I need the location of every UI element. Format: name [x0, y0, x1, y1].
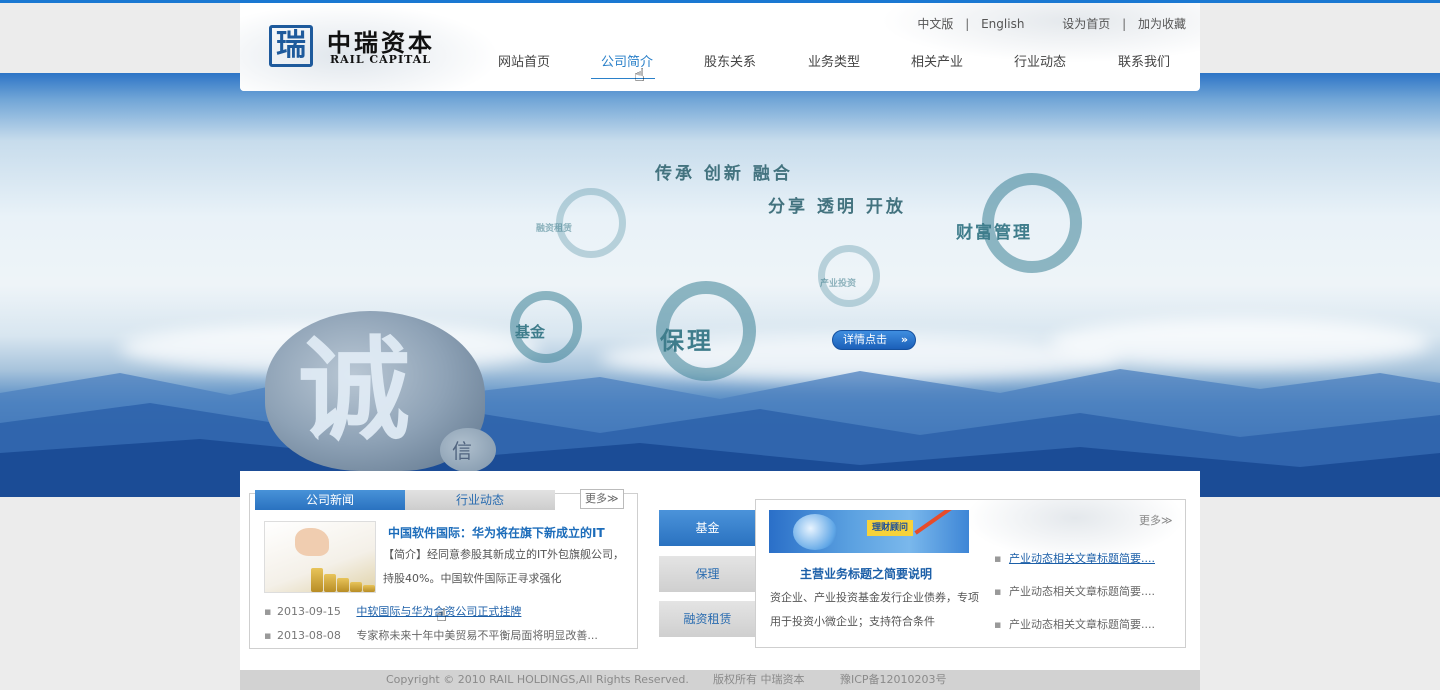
- news-item: ▪ 2013-09-15 中软国际与华为合资公司正式挂牌: [264, 603, 521, 619]
- site-header: 瑞 中瑞资本 RAIL CAPITAL 中文版 | English 设为首页 |…: [240, 3, 1200, 91]
- news-more-link[interactable]: 更多≫: [580, 489, 624, 509]
- tab-industry-news[interactable]: 行业动态: [405, 490, 555, 510]
- nav-contact[interactable]: 联系我们: [1099, 51, 1189, 70]
- bullet-icon: ▪: [264, 605, 272, 618]
- news-link[interactable]: 专家称未来十年中美贸易不平衡局面将明显改善...: [356, 629, 598, 642]
- list-item: ▪ 产业动态相关文章标题简要....: [994, 616, 1184, 632]
- tab-company-news[interactable]: 公司新闻: [255, 490, 405, 510]
- ring-faint-left-label: 融资租赁: [536, 224, 573, 234]
- article-link[interactable]: 产业动态相关文章标题简要....: [1009, 618, 1155, 631]
- add-favorite-link[interactable]: 加为收藏: [1138, 15, 1186, 32]
- news-date: 2013-08-08: [276, 629, 341, 642]
- footer-icp[interactable]: 豫ICP备12010203号: [840, 670, 947, 690]
- logo-text-en[interactable]: RAIL CAPITAL: [330, 53, 431, 66]
- leasing-button[interactable]: 融资租赁: [659, 601, 756, 637]
- hand-cursor-icon: ☝: [634, 65, 645, 86]
- content-area: 公司新闻 行业动态 更多≫ 中国软件国际：华为将在旗下新成立的IT 【简介】经同…: [240, 471, 1200, 670]
- image-badge: 理财顾问: [867, 520, 913, 536]
- factoring-button[interactable]: 保理: [659, 556, 756, 592]
- news-tabs: 公司新闻 行业动态: [255, 490, 615, 510]
- bullet-icon: ▪: [264, 629, 272, 642]
- logo-mark[interactable]: 瑞: [269, 25, 313, 67]
- hero-banner: 传承 创新 融合 分享 透明 开放 财富管理 融资租赁 产业投资 基金 保理 详…: [0, 73, 1440, 497]
- business-more-link[interactable]: 更多≫: [1139, 512, 1173, 528]
- bullet-icon: ▪: [994, 618, 1002, 631]
- nav-news[interactable]: 行业动态: [995, 51, 1085, 70]
- feature-news-title[interactable]: 中国软件国际：华为将在旗下新成立的IT: [388, 524, 605, 541]
- feature-news-body: 【简介】经同意参股其新成立的IT外包旗舰公司，持股40%。中国软件国际正寻求强化: [383, 548, 624, 585]
- double-chevron-right-icon: »: [900, 333, 908, 346]
- detail-button[interactable]: 详情点击 »: [832, 330, 916, 350]
- list-item: ▪ 产业动态相关文章标题简要....: [994, 583, 1184, 599]
- business-image[interactable]: 理财顾问: [769, 510, 969, 553]
- detail-button-label: 详情点击: [843, 333, 887, 346]
- nav-shareholders[interactable]: 股东关系: [685, 51, 775, 70]
- list-item: ▪ 产业动态相关文章标题简要....: [994, 550, 1184, 566]
- nav-home[interactable]: 网站首页: [479, 51, 569, 70]
- news-item: ▪ 2013-08-08 专家称未来十年中美贸易不平衡局面将明显改善...: [264, 627, 598, 643]
- slogan-line-2: 分享 透明 开放: [768, 197, 906, 217]
- fund-button[interactable]: 基金: [659, 510, 756, 546]
- footer-copyright: Copyright © 2010 RAIL HOLDINGS,All Right…: [386, 673, 689, 686]
- hand-image: [295, 528, 329, 556]
- slogan-line-1: 传承 创新 融合: [655, 164, 793, 184]
- stone-character: 诚: [298, 325, 410, 456]
- globe-icon: [793, 514, 837, 550]
- nav-industry[interactable]: 相关产业: [892, 51, 982, 70]
- business-title[interactable]: 主营业务标题之简要说明: [800, 565, 932, 582]
- business-panel: 理财顾问 主营业务标题之简要说明 资企业、产业投资基金发行企业债券，专项用于投资…: [755, 499, 1186, 648]
- article-link[interactable]: 产业动态相关文章标题简要....: [1009, 585, 1155, 598]
- separator: |: [1122, 17, 1127, 31]
- ring-factoring-label: 保理: [660, 326, 714, 355]
- nav-active-underline: [591, 78, 655, 79]
- top-links: 中文版 | English 设为首页 | 加为收藏: [917, 15, 1186, 32]
- ring-faint-right-label: 产业投资: [820, 279, 857, 289]
- lang-english-link[interactable]: English: [981, 17, 1024, 31]
- news-date: 2013-09-15: [276, 605, 341, 618]
- bullet-icon: ▪: [994, 552, 1002, 565]
- article-link[interactable]: 产业动态相关文章标题简要....: [1009, 552, 1155, 565]
- bullet-icon: ▪: [994, 585, 1002, 598]
- footer-owner: 版权所有 中瑞资本: [713, 673, 805, 686]
- set-home-link[interactable]: 设为首页: [1062, 15, 1110, 32]
- separator: |: [965, 17, 970, 31]
- site-footer: Copyright © 2010 RAIL HOLDINGS,All Right…: [240, 670, 1200, 690]
- business-body: 资企业、产业投资基金发行企业债券，专项用于投资小微企业；支持符合条件: [770, 591, 979, 628]
- hand-cursor-icon: ☝: [436, 605, 447, 626]
- nav-business[interactable]: 业务类型: [789, 51, 879, 70]
- stone-character-small: 信: [452, 439, 472, 463]
- ring-wealth-label: 财富管理: [956, 223, 1032, 243]
- news-thumbnail[interactable]: [264, 521, 376, 593]
- nav-about[interactable]: 公司简介: [582, 51, 672, 70]
- ring-fund-label: 基金: [515, 323, 546, 341]
- lang-chinese-link[interactable]: 中文版: [917, 15, 953, 32]
- rising-arrow-icon: [914, 510, 968, 553]
